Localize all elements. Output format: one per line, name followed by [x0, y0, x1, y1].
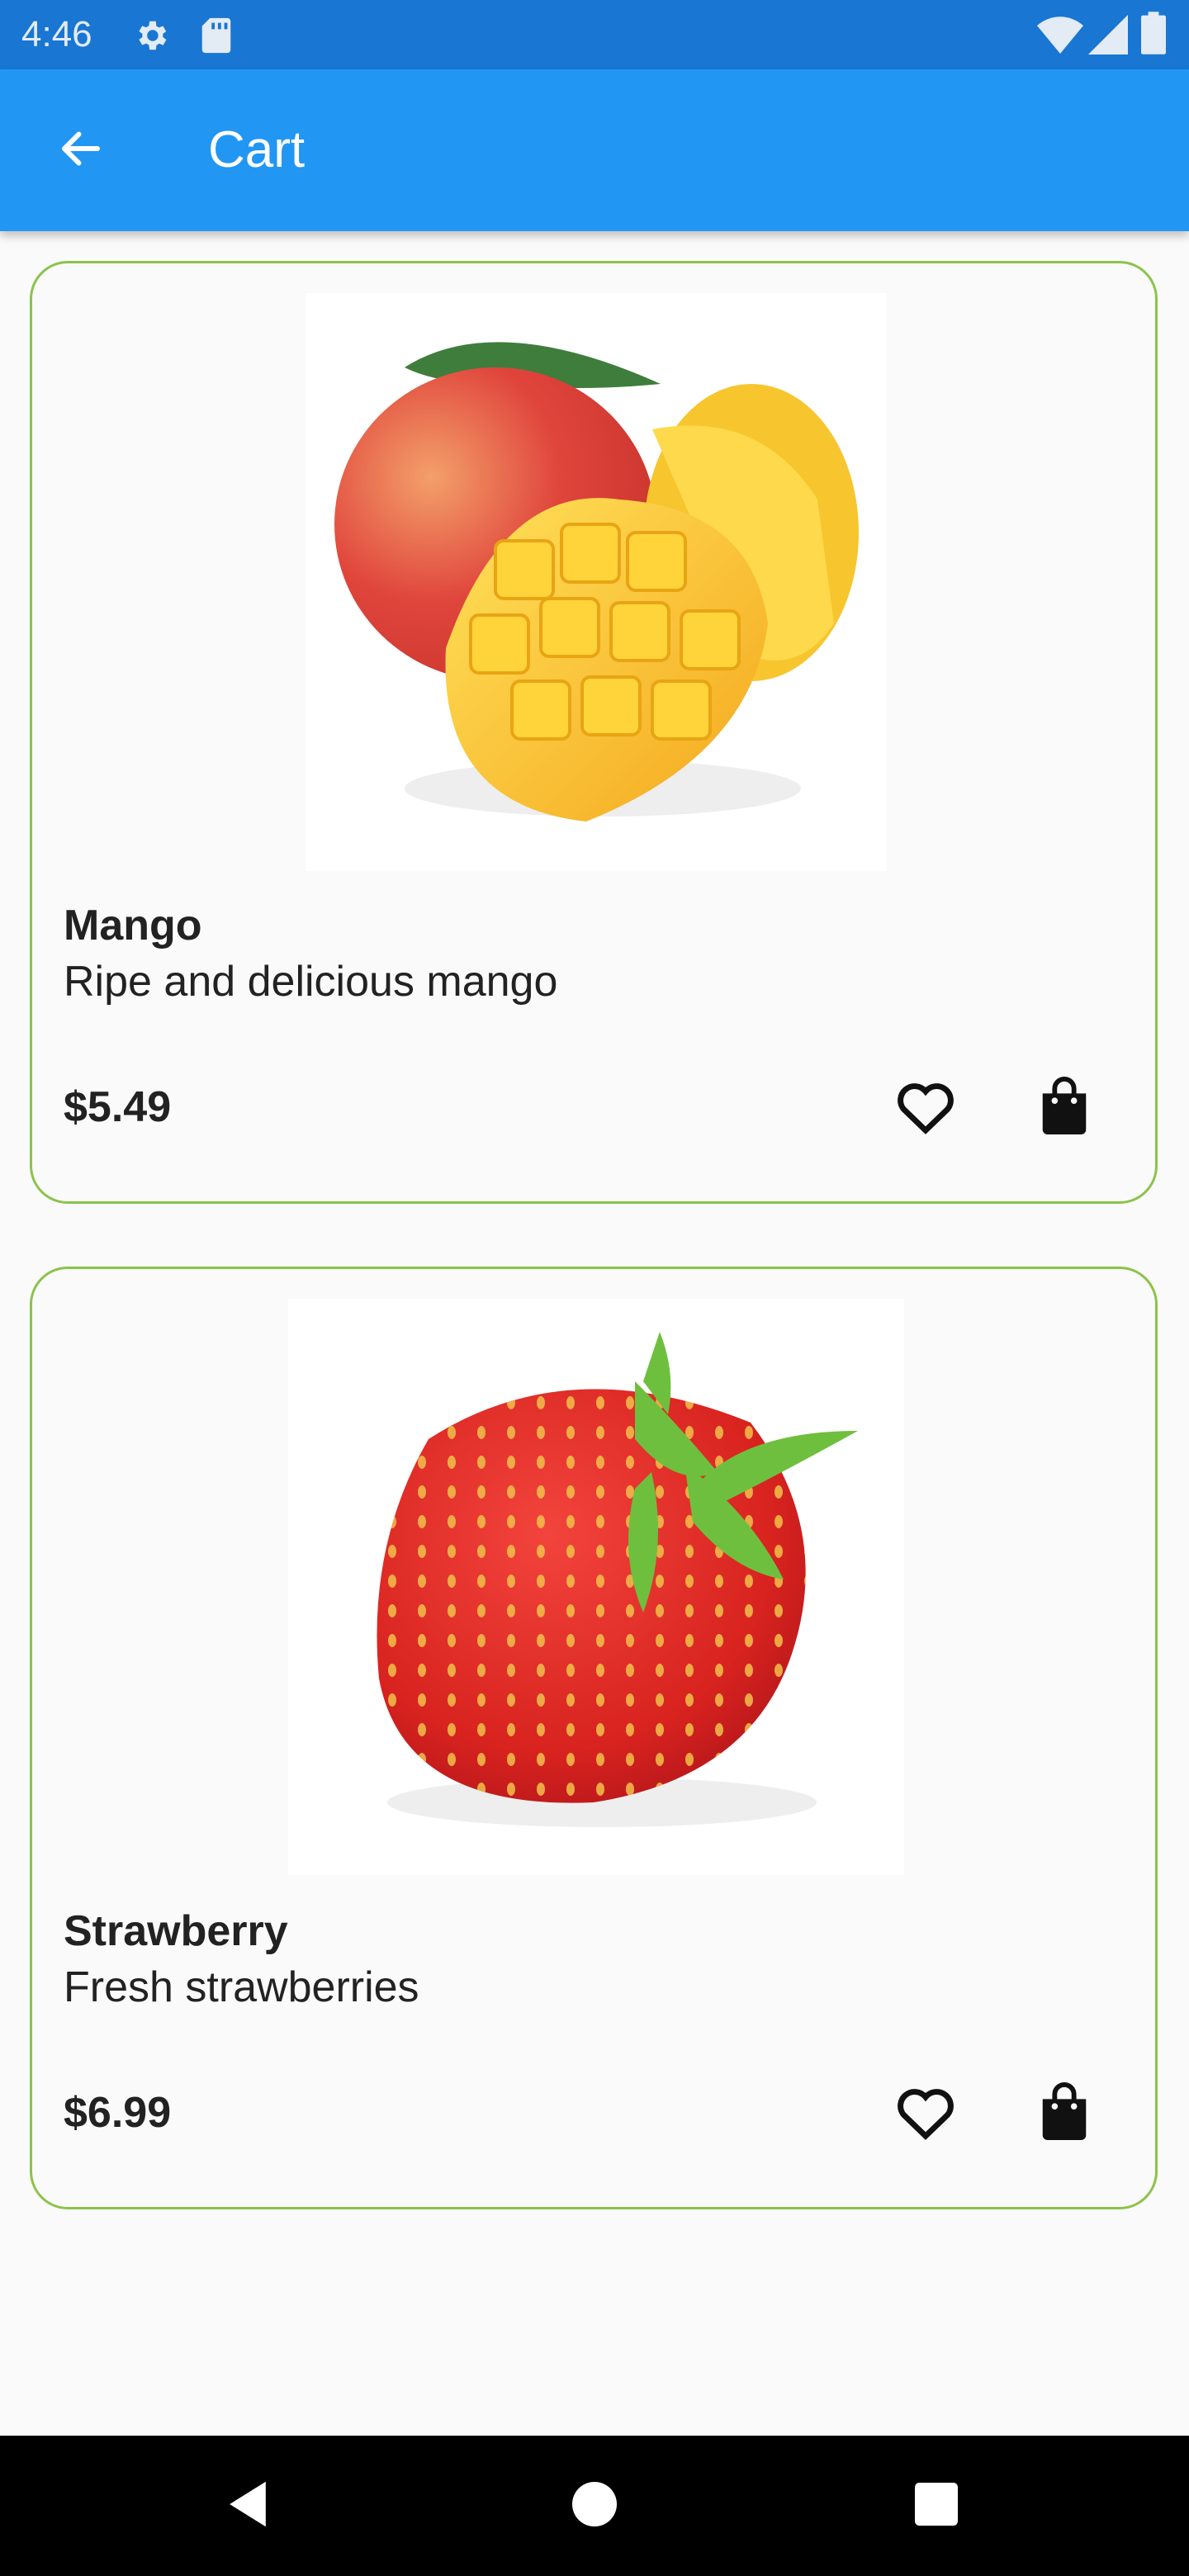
- gear-icon: [132, 17, 170, 59]
- sd-card-icon: [200, 17, 233, 59]
- product-card[interactable]: Strawberry Fresh strawberries $6.99: [30, 1267, 1158, 2209]
- nav-back-button[interactable]: [198, 2469, 297, 2543]
- arrow-back-icon: [56, 124, 106, 178]
- product-price: $6.99: [64, 2089, 172, 2137]
- home-circle-icon: [572, 2481, 617, 2531]
- nav-recents-button[interactable]: [887, 2469, 986, 2543]
- app-bar: Cart: [0, 69, 1189, 231]
- nav-home-button[interactable]: [545, 2469, 644, 2543]
- favorite-button[interactable]: [884, 1066, 967, 1148]
- product-price: $5.49: [64, 1083, 172, 1131]
- back-triangle-icon: [225, 2479, 271, 2533]
- status-bar: 4:46: [0, 0, 1189, 69]
- product-description: Fresh strawberries: [64, 1963, 419, 2011]
- shopping-bag-icon: [1039, 2081, 1090, 2144]
- wifi-icon: [1037, 17, 1083, 59]
- favorite-button[interactable]: [884, 2072, 967, 2154]
- recents-square-icon: [915, 2482, 958, 2530]
- mango-image: [306, 293, 887, 871]
- heart-outline-icon: [894, 1077, 957, 1139]
- add-to-cart-button[interactable]: [1023, 1066, 1106, 1148]
- strawberry-image: [288, 1299, 904, 1875]
- heart-outline-icon: [894, 2082, 957, 2144]
- battery-icon: [1141, 12, 1166, 59]
- signal-icon: [1088, 15, 1128, 59]
- page-title: Cart: [208, 121, 306, 178]
- back-button[interactable]: [36, 111, 126, 190]
- product-name: Mango: [64, 902, 202, 949]
- shopping-bag-icon: [1039, 1076, 1090, 1139]
- add-to-cart-button[interactable]: [1023, 2072, 1106, 2154]
- system-nav-bar: [0, 2436, 1189, 2576]
- product-card[interactable]: Mango Ripe and delicious mango $5.49: [30, 261, 1158, 1204]
- product-name: Strawberry: [64, 1907, 288, 1955]
- product-description: Ripe and delicious mango: [64, 958, 558, 1006]
- status-time: 4:46: [21, 14, 92, 54]
